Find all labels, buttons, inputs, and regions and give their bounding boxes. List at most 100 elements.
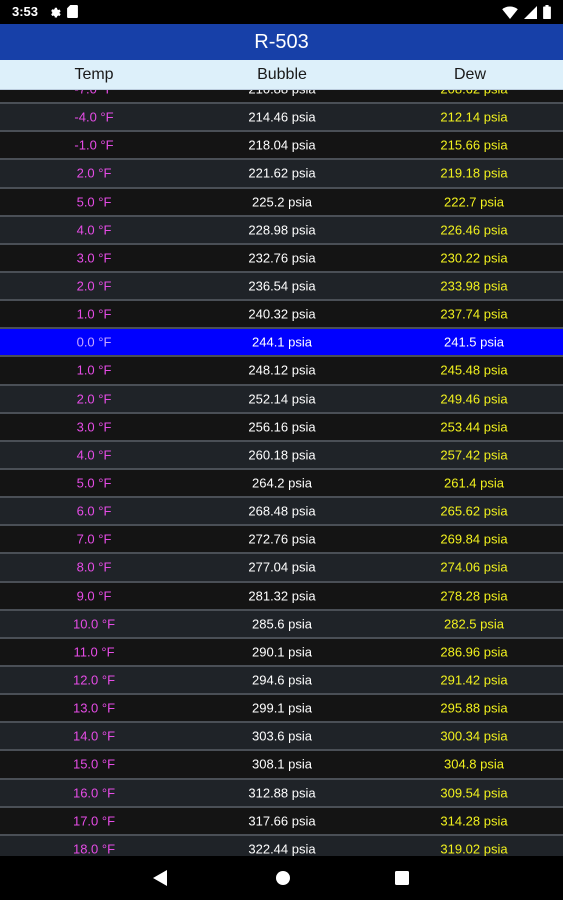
temp-cell: 18.0 °F (72, 841, 116, 856)
table-row[interactable]: 0.0 °F 244.1 psia 241.5 psia (0, 329, 563, 358)
table-row[interactable]: 11.0 °F 290.1 psia 286.96 psia (0, 638, 563, 667)
recents-icon[interactable] (394, 869, 410, 887)
bubble-cell: 214.46 psia (248, 109, 316, 125)
table-row[interactable]: 18.0 °F 322.44 psia 319.02 psia (0, 835, 563, 856)
temp-cell: 11.0 °F (73, 644, 115, 660)
dew-cell: 257.42 psia (440, 447, 508, 463)
table-row[interactable]: 13.0 °F 299.1 psia 295.88 psia (0, 695, 563, 724)
dew-cell: 249.46 psia (440, 391, 508, 407)
sd-card-icon (67, 5, 78, 18)
bubble-cell: 272.76 psia (248, 531, 316, 547)
wifi-icon (502, 5, 518, 19)
pt-table-rows: -7.0 °F 210.88 psia 208.62 psia -4.0 °F 214.… (0, 90, 563, 856)
table-row[interactable]: 8.0 °F 277.04 psia 274.06 psia (0, 554, 563, 583)
dew-cell: 286.96 psia (440, 644, 508, 660)
table-row[interactable]: 17.0 °F 317.66 psia 314.28 psia (0, 807, 563, 836)
bubble-cell: 256.16 psia (248, 419, 316, 435)
bubble-cell: 225.2 psia (252, 194, 312, 210)
table-row[interactable]: 15.0 °F 308.1 psia 304.8 psia (0, 751, 563, 780)
temp-cell: 1.0 °F (76, 362, 112, 378)
temp-cell: 13.0 °F (72, 700, 116, 716)
temp-cell: 2.0 °F (76, 391, 112, 407)
temp-cell: 15.0 °F (72, 756, 116, 772)
table-row[interactable]: 4.0 °F 228.98 psia 226.46 psia (0, 216, 563, 245)
bubble-cell: 228.98 psia (248, 222, 316, 238)
home-icon[interactable] (274, 869, 292, 887)
table-row[interactable]: -7.0 °F 210.88 psia 208.62 psia (0, 90, 563, 105)
table-row[interactable]: 7.0 °F 272.76 psia 269.84 psia (0, 526, 563, 555)
bubble-cell: 221.62 psia (248, 165, 316, 181)
status-time: 3:53 (12, 4, 39, 19)
temp-cell: 2.0 °F (76, 165, 112, 181)
dew-cell: 241.5 psia (444, 334, 504, 350)
bubble-cell: 264.2 psia (252, 475, 312, 491)
table-row[interactable]: 3.0 °F 256.16 psia 253.44 psia (0, 413, 563, 442)
table-row[interactable]: 5.0 °F 225.2 psia 222.7 psia (0, 188, 563, 217)
dew-cell: 300.34 psia (440, 728, 508, 744)
column-header-bubble: Bubble (257, 66, 307, 83)
table-row[interactable]: 3.0 °F 232.76 psia 230.22 psia (0, 244, 563, 273)
temp-cell: 7.0 °F (76, 531, 112, 547)
table-row[interactable]: 5.0 °F 264.2 psia 261.4 psia (0, 469, 563, 499)
table-row[interactable]: 9.0 °F 281.32 psia 278.28 psia (0, 582, 563, 611)
temp-cell: 3.0 °F (76, 250, 112, 266)
bubble-cell: 236.54 psia (248, 278, 316, 294)
dew-cell: 212.14 psia (440, 109, 508, 125)
table-row[interactable]: 4.0 °F 260.18 psia 257.42 psia (0, 441, 563, 470)
bubble-cell: 252.14 psia (248, 391, 316, 407)
bubble-cell: 232.76 psia (248, 250, 316, 266)
table-row[interactable]: 16.0 °F 312.88 psia 309.54 psia (0, 779, 563, 808)
table-row[interactable]: 1.0 °F 248.12 psia 245.48 psia (0, 357, 563, 386)
temp-cell: 6.0 °F (76, 503, 112, 519)
bubble-cell: 210.88 psia (248, 90, 315, 97)
temp-cell: 3.0 °F (76, 419, 112, 435)
bubble-cell: 244.1 psia (252, 334, 312, 350)
table-row[interactable]: 6.0 °F 268.48 psia 265.62 psia (0, 498, 563, 527)
bubble-cell: 317.66 psia (248, 813, 316, 829)
dew-cell: 274.06 psia (440, 559, 508, 575)
table-row[interactable]: 10.0 °F 285.6 psia 282.5 psia (0, 610, 563, 639)
temp-cell: 4.0 °F (76, 222, 112, 238)
column-header-dew: Dew (453, 66, 487, 83)
table-row[interactable]: 14.0 °F 303.6 psia 300.34 psia (0, 723, 563, 752)
table-row[interactable]: 2.0 °F 236.54 psia 233.98 psia (0, 272, 563, 302)
dew-cell: 269.84 psia (440, 531, 508, 547)
battery-icon (543, 5, 551, 19)
table-row[interactable]: 1.0 °F 240.32 psia 237.74 psia (0, 301, 563, 330)
dew-cell: 233.98 psia (440, 278, 508, 294)
temp-cell: 16.0 °F (72, 785, 116, 801)
table-row[interactable]: -4.0 °F 214.46 psia 212.14 psia (0, 104, 563, 133)
dew-cell: 319.02 psia (440, 841, 508, 856)
app-title: R-503 (254, 31, 309, 53)
bubble-cell: 248.12 psia (248, 362, 316, 378)
temp-cell: -1.0 °F (74, 137, 114, 153)
dew-cell: 245.48 psia (440, 362, 508, 378)
temp-cell: 10.0 °F (72, 616, 116, 632)
bubble-cell: 281.32 psia (248, 588, 316, 604)
dew-cell: 304.8 psia (444, 756, 504, 772)
table-row[interactable]: 2.0 °F 221.62 psia 219.18 psia (0, 160, 563, 189)
bubble-cell: 322.44 psia (248, 841, 316, 856)
dew-cell: 265.62 psia (440, 503, 508, 519)
bubble-cell: 240.32 psia (248, 306, 316, 322)
dew-cell: 222.7 psia (444, 194, 504, 210)
bubble-cell: 303.6 psia (252, 728, 312, 744)
table-row[interactable]: 12.0 °F 294.6 psia 291.42 psia (0, 666, 563, 696)
gear-icon (51, 7, 61, 18)
temp-cell: 5.0 °F (76, 194, 112, 210)
dew-cell: 215.66 psia (440, 137, 508, 153)
dew-cell: 237.74 psia (440, 306, 508, 322)
table-row[interactable]: -1.0 °F 218.04 psia 215.66 psia (0, 132, 563, 161)
temp-cell: -4.0 °F (74, 109, 114, 125)
table-row[interactable]: 2.0 °F 252.14 psia 249.46 psia (0, 385, 563, 414)
bubble-cell: 290.1 psia (252, 644, 312, 660)
pt-table[interactable]: -7.0 °F 210.88 psia 208.62 psia -4.0 °F 214.… (0, 90, 563, 856)
back-icon[interactable] (152, 869, 168, 887)
status-bar: 3:53 (0, 0, 563, 24)
temp-cell: 17.0 °F (72, 813, 116, 829)
dew-cell: 295.88 psia (440, 700, 508, 716)
dew-cell: 253.44 psia (440, 419, 508, 435)
temp-cell: -7.0 °F (74, 90, 113, 97)
temp-cell: 9.0 °F (76, 588, 112, 604)
dew-cell: 219.18 psia (440, 165, 508, 181)
